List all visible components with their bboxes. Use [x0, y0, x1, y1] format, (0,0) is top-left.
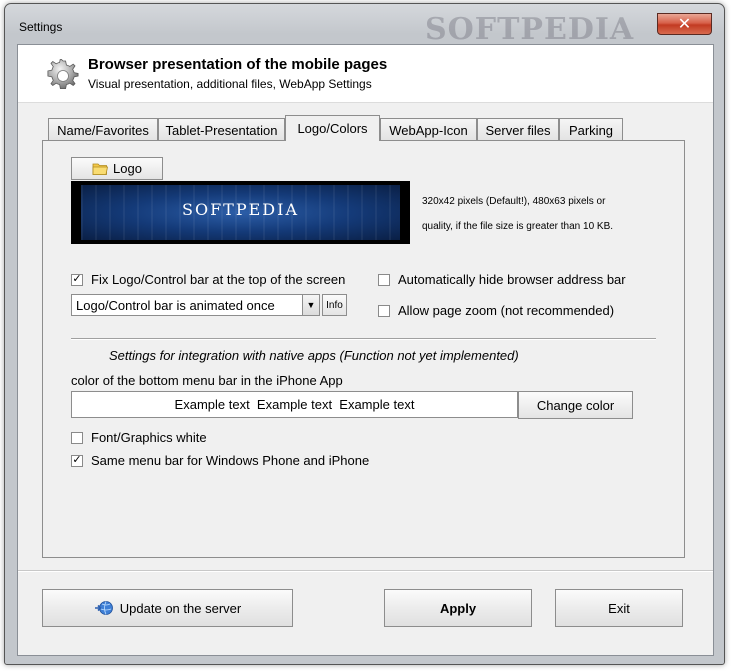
change-color-button[interactable]: Change color — [518, 391, 633, 419]
divider — [71, 338, 656, 340]
tab-tablet-presentation[interactable]: Tablet-Presentation — [158, 118, 285, 141]
folder-icon — [92, 163, 109, 175]
menu-color-label: color of the bottom menu bar in the iPho… — [71, 373, 343, 388]
footer-divider — [18, 570, 713, 572]
fix-logo-checkbox[interactable]: ✓ Fix Logo/Control bar at the top of the… — [71, 272, 345, 287]
header: Browser presentation of the mobile pages… — [18, 45, 713, 103]
tab-panel-logo-colors: Logo SOFTPEDIA 320x42 pixels (Default!),… — [42, 140, 685, 558]
tab-server-files[interactable]: Server files — [477, 118, 559, 141]
checkbox-box[interactable] — [378, 273, 390, 286]
close-icon: ✕ — [677, 16, 692, 33]
client-area: Browser presentation of the mobile pages… — [17, 44, 714, 656]
window-title: Settings — [19, 20, 63, 34]
logo-preview: SOFTPEDIA — [71, 181, 410, 244]
page-zoom-checkbox[interactable]: Allow page zoom (not recommended) — [378, 303, 614, 318]
logo-preview-text: SOFTPEDIA — [182, 200, 299, 219]
same-menu-checkbox[interactable]: ✓ Same menu bar for Windows Phone and iP… — [71, 453, 369, 468]
animation-select[interactable]: Logo/Control bar is animated once ▼ — [71, 294, 320, 316]
globe-arrow-icon — [94, 601, 113, 615]
title-bar[interactable]: Settings SOFTPEDIA ✕ — [5, 4, 724, 47]
chevron-down-icon[interactable]: ▼ — [302, 295, 319, 315]
checkbox-box[interactable] — [378, 304, 390, 317]
logo-button[interactable]: Logo — [71, 157, 163, 180]
example-text-preview: Example text Example text Example text — [71, 391, 518, 418]
auto-hide-address-checkbox[interactable]: Automatically hide browser address bar — [378, 272, 626, 287]
title-watermark: SOFTPEDIA — [425, 12, 635, 47]
checkbox-box[interactable]: ✓ — [71, 454, 83, 467]
page-title: Browser presentation of the mobile pages — [88, 56, 388, 73]
gear-icon — [47, 59, 79, 89]
tab-parking[interactable]: Parking — [559, 118, 623, 141]
page-subtitle: Visual presentation, additional files, W… — [88, 77, 372, 91]
settings-window: Settings SOFTPEDIA ✕ Browser presentatio… — [4, 3, 725, 665]
apply-button[interactable]: Apply — [384, 589, 532, 627]
logo-size-info: 320x42 pixels (Default!), 480x63 pixels … — [422, 196, 614, 232]
checkbox-box[interactable]: ✓ — [71, 273, 83, 286]
font-white-checkbox[interactable]: Font/Graphics white — [71, 430, 207, 445]
info-button[interactable]: Info — [322, 294, 347, 316]
checkbox-box[interactable] — [71, 431, 83, 444]
tab-webapp-icon[interactable]: WebApp-Icon — [380, 118, 477, 141]
tab-name-favorites[interactable]: Name/Favorites — [48, 118, 158, 141]
native-apps-note: Settings for integration with native app… — [109, 348, 519, 363]
exit-button[interactable]: Exit — [555, 589, 683, 627]
close-button[interactable]: ✕ — [657, 13, 712, 35]
tab-logo-colors[interactable]: Logo/Colors — [285, 115, 380, 141]
update-server-button[interactable]: Update on the server — [42, 589, 293, 627]
